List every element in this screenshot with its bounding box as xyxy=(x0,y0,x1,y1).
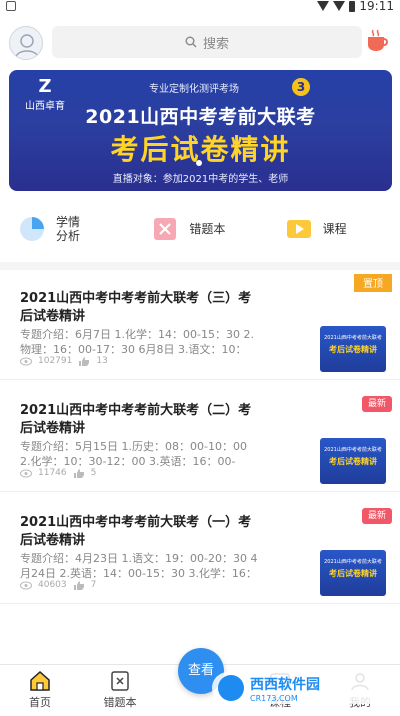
header: 搜索 xyxy=(0,18,400,68)
watermark: 西西软件园 CR173.COM xyxy=(212,672,388,704)
battery-icon xyxy=(349,0,356,12)
quick-entries: 学情 分析 错题本 课程 xyxy=(0,204,400,254)
banner-audience: 直播对象：参加2021中考的学生、老师 xyxy=(112,174,289,185)
quick-entry-label: 学情 分析 xyxy=(56,215,81,243)
pager-dot xyxy=(196,160,202,166)
watermark-url: CR173.COM xyxy=(250,693,298,703)
banner-pager xyxy=(196,160,202,166)
banner-title: 2021山西中考考前大联考 xyxy=(85,106,316,128)
error-book-icon xyxy=(154,218,177,240)
article-intro: 专题介绍：5月15日 1.历史：08：00-10：00 2.化学：10：30-1… xyxy=(20,440,247,468)
thumbnail-line1: 2021山西中考考前大联考 xyxy=(324,335,382,341)
new-tag: 最新 xyxy=(362,396,392,412)
pie-chart-icon xyxy=(20,217,44,241)
new-tag: 最新 xyxy=(362,508,392,524)
article-thumbnail: 2021山西中考考前大联考 考后试卷精讲 xyxy=(320,550,386,596)
like-count: 13 xyxy=(96,356,108,366)
nav-home[interactable]: 首页 xyxy=(0,665,80,716)
view-count: 11746 xyxy=(38,468,67,478)
quick-entry-label: 课程 xyxy=(322,222,347,236)
thumbnail-line2: 考后试卷精讲 xyxy=(329,569,377,578)
article-title: 2021山西中考中考考前大联考（二）考后试卷精讲 xyxy=(20,403,252,436)
article-title: 2021山西中考中考考前大联考（一）考后试卷精讲 xyxy=(20,515,252,548)
article-stats: 40603 7 xyxy=(20,580,96,590)
nav-label: 首页 xyxy=(29,696,51,709)
thumbs-up-icon xyxy=(73,468,84,478)
quick-entry-course[interactable]: 课程 xyxy=(267,204,400,254)
article-thumbnail: 2021山西中考考前大联考 考后试卷精讲 xyxy=(320,438,386,484)
thumbnail-line2: 考后试卷精讲 xyxy=(329,457,377,466)
thumbnail-line2: 考后试卷精讲 xyxy=(329,345,377,354)
status-bar: 19:11 xyxy=(0,0,400,14)
search-icon xyxy=(185,36,197,48)
quick-entry-analysis[interactable]: 学情 分析 xyxy=(0,204,133,254)
course-play-icon xyxy=(286,220,311,238)
banner-subtitle: 专业定制化测评考场 xyxy=(149,84,239,95)
list-item[interactable]: 最新 2021山西中考中考考前大联考（二）考后试卷精讲 专题介绍：5月15日 1… xyxy=(0,382,400,492)
article-stats: 102791 13 xyxy=(20,356,108,366)
watermark-text: 西西软件园 xyxy=(250,676,320,693)
promo-banner[interactable]: Z 山西卓育 专业定制化测评考场 3 2021山西中考考前大联考 考后试卷精讲 … xyxy=(9,70,392,191)
thumbs-up-icon xyxy=(73,580,84,590)
view-count: 102791 xyxy=(38,356,73,366)
watermark-logo-icon xyxy=(218,675,244,701)
list-item[interactable]: 最新 2021山西中考中考考前大联考（一）考后试卷精讲 专题介绍：4月23日 1… xyxy=(0,494,400,604)
like-count: 7 xyxy=(90,580,97,590)
pinned-tag-label: 置顶 xyxy=(363,278,383,290)
article-title: 2021山西中考中考考前大联考（三）考后试卷精讲 xyxy=(20,291,252,324)
thumbs-up-icon xyxy=(79,356,90,366)
quick-entry-error-book[interactable]: 错题本 xyxy=(133,204,266,254)
list-item[interactable]: 置顶 2021山西中考中考考前大联考（三）考后试卷精讲 专题介绍：6月7日 1.… xyxy=(0,270,400,380)
banner-badge: 3 xyxy=(292,78,310,96)
logo-mark: Z xyxy=(38,76,52,97)
search-input[interactable]: 搜索 xyxy=(52,26,362,58)
section-divider xyxy=(0,262,400,270)
error-book-icon xyxy=(111,671,129,691)
thumbnail-line1: 2021山西中考考前大联考 xyxy=(324,447,382,453)
like-count: 5 xyxy=(90,468,97,478)
quick-entry-label: 错题本 xyxy=(189,222,226,236)
article-thumbnail: 2021山西中考考前大联考 考后试卷精讲 xyxy=(320,326,386,372)
nav-error-book[interactable]: 错题本 xyxy=(80,665,160,716)
status-time: 19:11 xyxy=(359,0,394,13)
eye-icon xyxy=(20,469,32,477)
article-intro: 专题介绍：6月7日 1.化学：14：00-15：30 2.物理：16：00-17… xyxy=(20,328,254,356)
cup-icon[interactable] xyxy=(364,28,390,54)
eye-icon xyxy=(20,357,32,365)
notification-icon xyxy=(6,1,16,11)
signal-icon xyxy=(317,1,330,11)
status-right: 19:11 xyxy=(317,0,394,13)
search-placeholder: 搜索 xyxy=(202,36,229,52)
nav-label: 错题本 xyxy=(103,696,137,709)
home-icon xyxy=(30,670,50,691)
thumbnail-line1: 2021山西中考考前大联考 xyxy=(324,559,382,565)
article-stats: 11746 5 xyxy=(20,468,96,478)
article-intro: 专题介绍：4月23日 1.语文：19：00-20：30 4月24日 2.英语：1… xyxy=(20,552,258,580)
eye-icon xyxy=(20,581,32,589)
avatar-icon[interactable] xyxy=(9,26,43,60)
pinned-tag: 置顶 xyxy=(354,274,392,292)
view-count: 40603 xyxy=(38,580,67,590)
wifi-icon xyxy=(333,1,346,11)
